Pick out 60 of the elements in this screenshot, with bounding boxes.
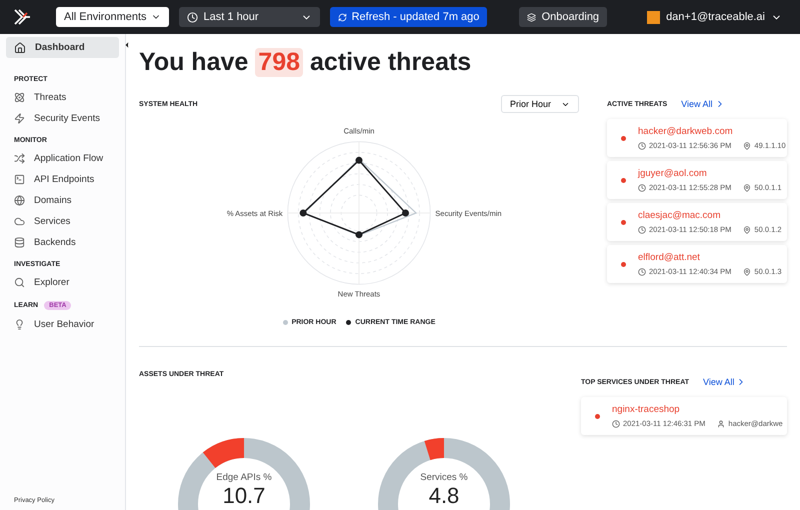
logo-icon[interactable] bbox=[12, 7, 32, 27]
donut-label: Edge APIs % bbox=[216, 472, 272, 483]
environment-dropdown[interactable]: All Environments bbox=[56, 7, 169, 27]
nav-item[interactable]: Domains bbox=[6, 190, 119, 211]
view-all-link[interactable]: View All bbox=[703, 377, 746, 387]
nav-item[interactable]: Explorer bbox=[6, 272, 119, 293]
clock-icon bbox=[612, 420, 620, 428]
lightning-icon bbox=[14, 113, 25, 124]
threat-name: nginx-traceshop bbox=[612, 404, 681, 415]
threat-name: jguyer@aol.com bbox=[638, 168, 708, 179]
clock-icon bbox=[638, 142, 646, 150]
clock-icon bbox=[638, 268, 646, 276]
view-all-link[interactable]: View All bbox=[681, 99, 725, 109]
nav-item[interactable]: Security Events bbox=[6, 108, 119, 129]
search-icon bbox=[14, 277, 25, 288]
clock-icon bbox=[186, 12, 198, 22]
nav-item[interactable]: User Behavior bbox=[6, 314, 119, 335]
clock-icon bbox=[638, 226, 646, 234]
headline-text: active threats bbox=[310, 48, 472, 77]
layers-icon bbox=[526, 12, 536, 22]
clock-icon bbox=[638, 184, 646, 192]
donut-label: Services % bbox=[420, 472, 468, 483]
globe-icon bbox=[14, 195, 25, 206]
lightbulb-icon bbox=[14, 319, 25, 330]
threat-count: 798 bbox=[255, 48, 304, 77]
data-point bbox=[300, 210, 307, 216]
donut-value: 10.7 bbox=[222, 483, 266, 509]
threat-name: elflord@att.net bbox=[638, 252, 701, 263]
threat-name: hacker@darkweb.com bbox=[638, 126, 734, 137]
onboarding-button[interactable]: Onboarding bbox=[518, 7, 608, 27]
user-menu[interactable]: dan+1@traceable.ai bbox=[641, 10, 788, 24]
cloud-icon bbox=[14, 216, 25, 227]
home-icon bbox=[14, 42, 26, 54]
pin-icon bbox=[743, 142, 752, 150]
refresh-icon bbox=[338, 12, 347, 22]
time-range-dropdown[interactable]: Last 1 hour bbox=[178, 7, 320, 27]
nav-item[interactable]: Application Flow bbox=[6, 148, 119, 169]
nav-item[interactable]: API Endpoints bbox=[6, 169, 119, 190]
collapse-icon[interactable] bbox=[123, 41, 131, 49]
database-icon bbox=[14, 237, 25, 248]
data-point bbox=[356, 231, 362, 238]
headline-text: You have bbox=[139, 48, 248, 77]
data-point bbox=[356, 156, 362, 164]
user-icon bbox=[717, 420, 726, 428]
donut-value: 4.8 bbox=[428, 483, 460, 509]
threat-name: claesjac@mac.com bbox=[638, 210, 722, 221]
avatar-icon bbox=[647, 10, 660, 24]
data-point bbox=[402, 210, 409, 216]
pin-icon bbox=[743, 268, 752, 276]
terminal-icon bbox=[14, 174, 25, 185]
nav-item[interactable]: Dashboard bbox=[6, 37, 119, 58]
period-dropdown[interactable]: Prior Hour bbox=[501, 95, 579, 113]
nav-item[interactable]: Backends bbox=[6, 232, 119, 253]
refresh-button[interactable]: Refresh - updated 7m ago bbox=[330, 7, 488, 27]
shuffle-icon bbox=[14, 153, 25, 164]
nav-item[interactable]: Services bbox=[6, 211, 119, 232]
pin-icon bbox=[743, 184, 752, 192]
nav-item[interactable]: Threats bbox=[6, 87, 119, 108]
atom-icon bbox=[14, 92, 25, 103]
pin-icon bbox=[743, 226, 752, 234]
